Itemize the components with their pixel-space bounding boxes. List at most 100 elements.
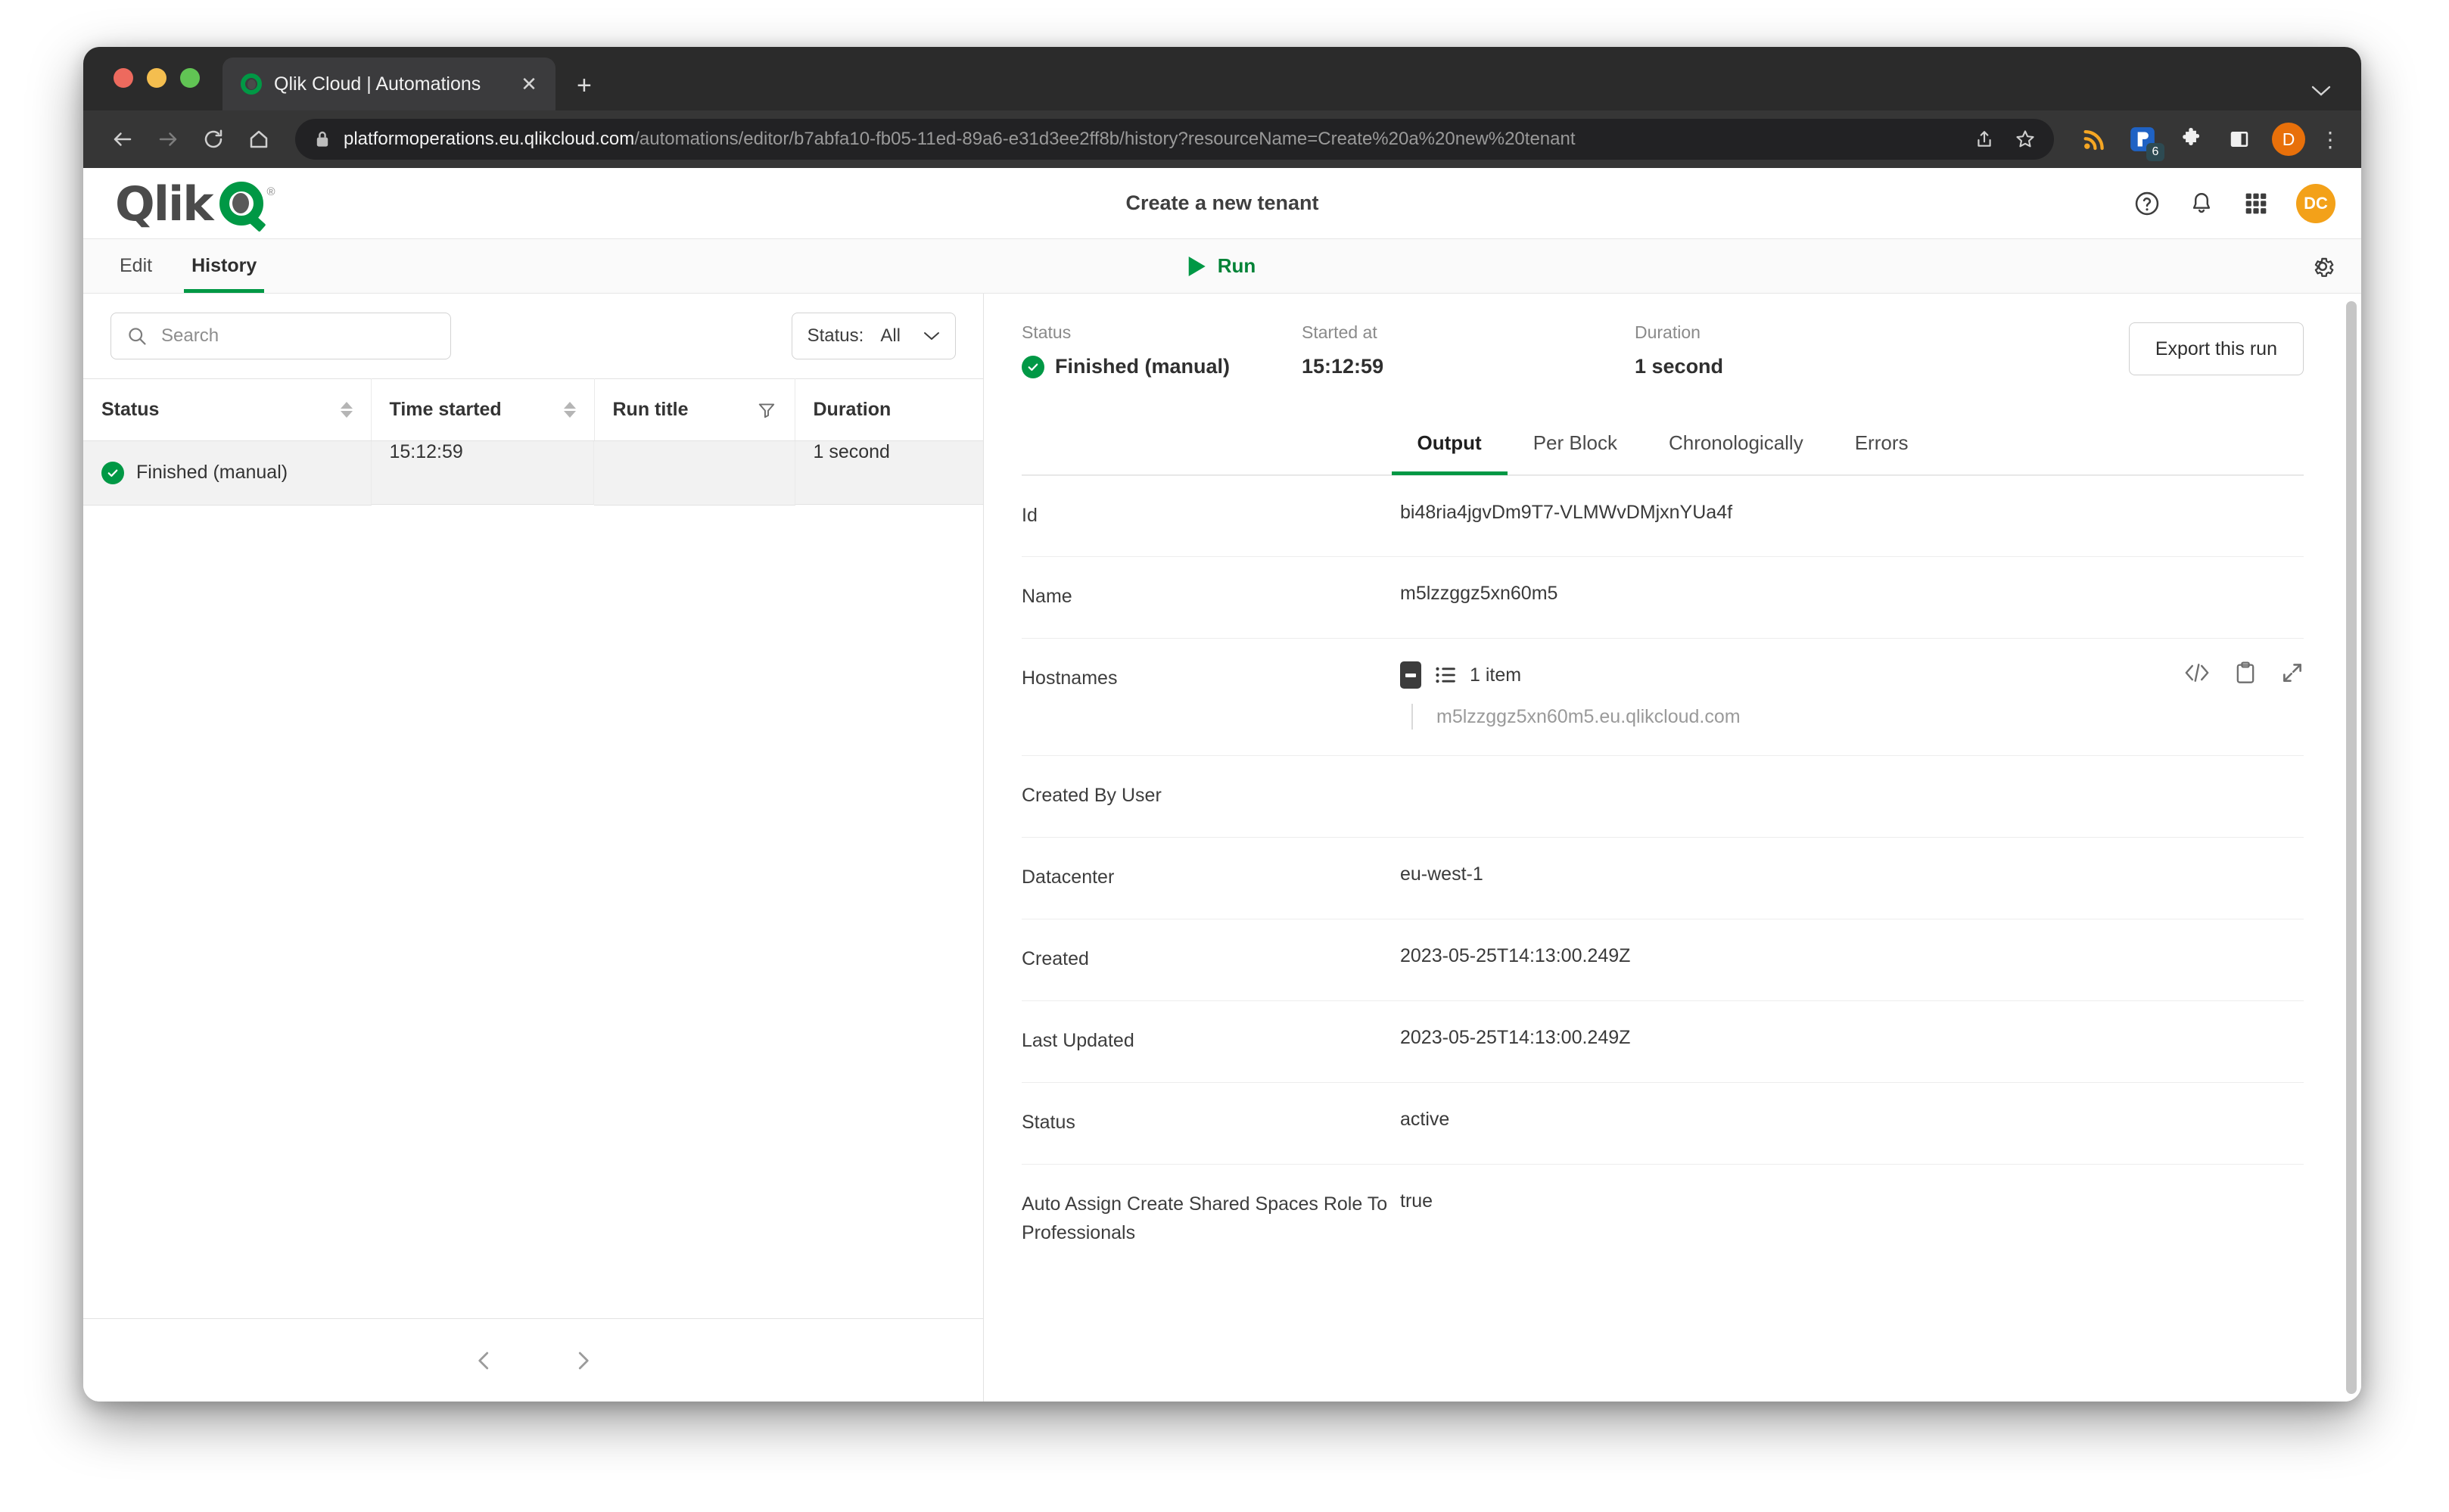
- app-grid-icon[interactable]: [2242, 189, 2270, 218]
- status-filter-label: Status:: [807, 325, 864, 346]
- run-button-label: Run: [1217, 254, 1256, 277]
- code-icon[interactable]: [2184, 663, 2210, 683]
- tab-errors[interactable]: Errors: [1829, 431, 1934, 474]
- detail-scrollbar[interactable]: [2342, 294, 2361, 1402]
- previous-page-button[interactable]: [469, 1346, 499, 1376]
- hostnames-tree: 1 item m5lzzggz5xn60m5.eu.qlikcloud.com: [1400, 661, 2304, 730]
- clipboard-icon[interactable]: [2236, 661, 2255, 684]
- side-panel-icon[interactable]: [2220, 120, 2258, 158]
- field-value: true: [1400, 1190, 1433, 1212]
- run-button[interactable]: Run: [1188, 239, 1256, 293]
- summary-status: Status Finished (manual): [1022, 322, 1302, 378]
- notifications-bell-icon[interactable]: [2187, 189, 2216, 218]
- cell-status: Finished (manual): [83, 440, 372, 506]
- export-run-button[interactable]: Export this run: [2128, 322, 2304, 375]
- omnibox-actions: [1968, 123, 2042, 156]
- field-value: active: [1400, 1109, 1450, 1130]
- sort-icon[interactable]: [340, 402, 353, 418]
- column-header-run-title-label: Run title: [612, 399, 689, 420]
- user-avatar[interactable]: DC: [2296, 183, 2335, 223]
- summary-status-value-wrap: Finished (manual): [1022, 355, 1302, 378]
- tab-history[interactable]: History: [184, 239, 265, 293]
- summary-started: Started at 15:12:59: [1302, 322, 1635, 378]
- output-field-datacenter: Datacenter eu-west-1: [1022, 838, 2304, 919]
- next-page-button[interactable]: [568, 1346, 598, 1376]
- qlik-app: Qlik ® Create a new tenant DC Edit Histo…: [83, 168, 2361, 1402]
- qlik-logo[interactable]: Qlik ®: [115, 180, 275, 232]
- window-traffic-lights: [114, 68, 200, 88]
- runs-table: Status Time started Run title Duration F…: [83, 378, 983, 506]
- output-field-created: Created 2023-05-25T14:13:00.249Z: [1022, 919, 2304, 1001]
- share-icon[interactable]: [1968, 123, 2001, 156]
- status-filter-value: All: [880, 325, 901, 346]
- column-header-status[interactable]: Status: [83, 378, 372, 441]
- column-header-status-label: Status: [101, 399, 160, 420]
- scrollbar-thumb[interactable]: [2346, 301, 2357, 1394]
- minimize-window-button[interactable]: [147, 68, 166, 88]
- browser-profile-avatar[interactable]: D: [2272, 123, 2305, 156]
- summary-started-value: 15:12:59: [1302, 355, 1384, 378]
- status-filter-dropdown[interactable]: Status: All: [791, 313, 956, 359]
- output-field-id: Id bi48ria4jgvDm9T7-VLMWvDMjxnYUa4f: [1022, 475, 2304, 557]
- sort-icon[interactable]: [563, 402, 576, 418]
- rss-feed-icon[interactable]: [2075, 120, 2113, 158]
- chrome-menu-icon[interactable]: ⋮: [2316, 127, 2345, 152]
- browser-tab[interactable]: Qlik Cloud | Automations ✕: [222, 58, 555, 110]
- extensions-puzzle-icon[interactable]: [2172, 120, 2210, 158]
- summary-status-value: Finished (manual): [1055, 355, 1231, 378]
- maximize-window-button[interactable]: [180, 68, 200, 88]
- address-bar[interactable]: platformoperations.eu.qlikcloud.com/auto…: [295, 119, 2054, 160]
- tab-chronologically[interactable]: Chronologically: [1643, 431, 1829, 474]
- field-value: bi48ria4jgvDm9T7-VLMWvDMjxnYUa4f: [1400, 502, 1733, 523]
- url-host: platformoperations.eu.qlikcloud.com: [344, 129, 635, 149]
- tab-edit[interactable]: Edit: [112, 239, 160, 293]
- field-key: Hostnames: [1022, 667, 1118, 689]
- output-field-status: Status active: [1022, 1083, 2304, 1165]
- back-icon[interactable]: [103, 120, 142, 159]
- table-row[interactable]: Finished (manual) 15:12:59 1 second: [83, 440, 983, 506]
- field-key: Status: [1022, 1112, 1075, 1133]
- hostname-value: m5lzzggz5xn60m5.eu.qlikcloud.com: [1436, 705, 1741, 727]
- column-header-duration[interactable]: Duration: [795, 378, 983, 441]
- column-header-duration-label: Duration: [813, 399, 892, 420]
- home-icon[interactable]: [239, 120, 279, 159]
- field-value: m5lzzggz5xn60m5: [1400, 583, 1558, 604]
- collapse-toggle-icon[interactable]: [1400, 661, 1421, 689]
- run-summary: Status Finished (manual) Started at 15:1…: [984, 294, 2342, 378]
- password-manager-extension-icon[interactable]: 6: [2124, 120, 2164, 161]
- app-header: Qlik ® Create a new tenant DC: [83, 168, 2361, 239]
- column-header-time-started[interactable]: Time started: [371, 378, 595, 441]
- browser-toolbar: platformoperations.eu.qlikcloud.com/auto…: [83, 110, 2361, 168]
- field-key: Created: [1022, 948, 1089, 969]
- page-title: Create a new tenant: [1125, 191, 1319, 214]
- column-header-time-started-label: Time started: [389, 399, 502, 420]
- close-window-button[interactable]: [114, 68, 133, 88]
- field-key: Id: [1022, 505, 1038, 526]
- tab-per-block[interactable]: Per Block: [1508, 431, 1643, 474]
- field-value: eu-west-1: [1400, 863, 1483, 885]
- field-key: Auto Assign Create Shared Spaces Role To…: [1022, 1193, 1388, 1243]
- browser-tab-strip: Qlik Cloud | Automations ✕ +: [83, 47, 2361, 110]
- screenshot-root: Qlik Cloud | Automations ✕ + platformope…: [0, 0, 2449, 1512]
- registered-mark: ®: [266, 185, 275, 198]
- search-input[interactable]: [161, 325, 435, 347]
- reload-icon[interactable]: [194, 120, 233, 159]
- column-header-run-title[interactable]: Run title: [594, 378, 795, 441]
- gear-icon[interactable]: [2310, 254, 2335, 279]
- tab-output[interactable]: Output: [1391, 431, 1508, 475]
- app-toolbar: Edit History Run: [83, 239, 2361, 294]
- hostnames-actions: [2184, 661, 2304, 684]
- settings-slot: [2310, 239, 2361, 293]
- bookmark-star-icon[interactable]: [2009, 123, 2042, 156]
- close-icon[interactable]: ✕: [518, 74, 540, 94]
- new-tab-button[interactable]: +: [577, 73, 592, 98]
- forward-icon[interactable]: [148, 120, 188, 159]
- filter-funnel-icon[interactable]: [757, 400, 776, 420]
- chevron-down-icon[interactable]: [2311, 85, 2331, 97]
- expand-icon[interactable]: [2281, 661, 2304, 684]
- qlik-q-mark-icon: [219, 181, 266, 232]
- hostnames-summary-row[interactable]: 1 item: [1400, 661, 2304, 689]
- help-icon[interactable]: [2133, 189, 2161, 218]
- search-icon: [126, 325, 148, 347]
- search-box[interactable]: [110, 313, 451, 359]
